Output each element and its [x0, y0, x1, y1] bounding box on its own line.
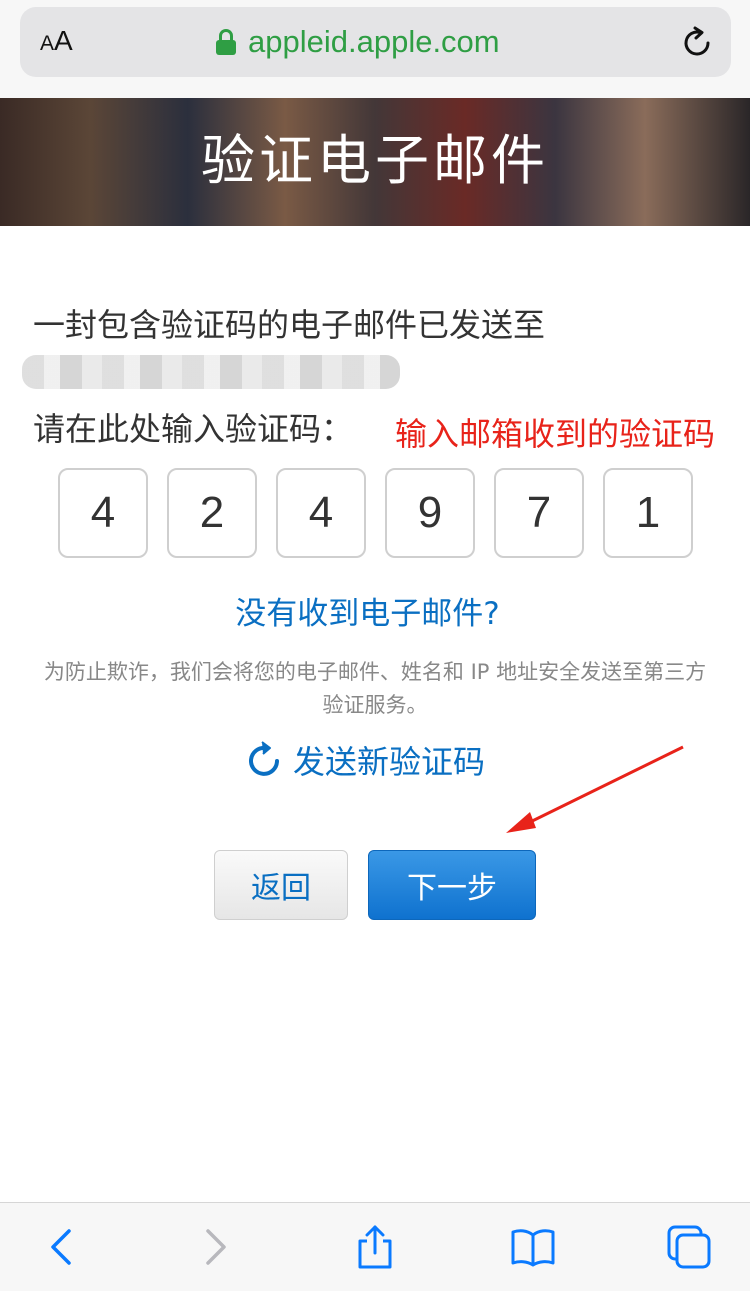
url-text: appleid.apple.com — [248, 24, 500, 59]
code-digit-input[interactable]: 4 — [58, 468, 148, 558]
code-prompt: 请在此处输入验证码： — [33, 410, 354, 448]
annotation-text: 输入邮箱收到的验证码 — [395, 415, 716, 453]
resend-code-link[interactable]: 发送新验证码 — [245, 737, 485, 783]
browser-toolbar — [0, 1202, 750, 1291]
forward-arrow-icon[interactable] — [192, 1223, 240, 1271]
text-size-button[interactable]: AA — [40, 25, 73, 57]
code-digit-input[interactable]: 9 — [385, 468, 475, 558]
fraud-notice: 为防止欺诈，我们会将您的电子邮件、姓名和 IP 地址安全发送至第三方验证服务。 — [43, 660, 707, 717]
code-digit-input[interactable]: 4 — [276, 468, 366, 558]
tabs-icon[interactable] — [665, 1223, 713, 1271]
back-button[interactable]: 返回 — [214, 850, 348, 920]
page-title: 验证电子邮件 — [201, 129, 549, 192]
resend-label: 发送新验证码 — [293, 743, 486, 781]
url-display[interactable]: appleid.apple.com — [216, 23, 500, 61]
code-digit-input[interactable]: 7 — [494, 468, 584, 558]
redacted-email — [22, 355, 400, 389]
back-arrow-icon[interactable] — [37, 1223, 85, 1271]
address-bar[interactable]: AA appleid.apple.com — [20, 7, 731, 77]
next-button[interactable]: 下一步 — [368, 850, 536, 920]
code-input-row: 4 2 4 9 7 1 — [58, 468, 693, 558]
browser-top-bar: AA appleid.apple.com — [0, 0, 750, 98]
sent-message: 一封包含验证码的电子邮件已发送至 — [33, 306, 546, 344]
reload-icon[interactable] — [680, 26, 714, 60]
resend-icon — [249, 741, 279, 776]
code-digit-input[interactable]: 1 — [603, 468, 693, 558]
code-digit-input[interactable]: 2 — [167, 468, 257, 558]
lock-icon — [216, 29, 236, 55]
no-email-link[interactable]: 没有收到电子邮件? — [0, 588, 735, 633]
annotation-arrow-icon — [506, 745, 684, 833]
share-icon[interactable] — [351, 1223, 399, 1271]
bookmarks-icon[interactable] — [509, 1223, 557, 1271]
